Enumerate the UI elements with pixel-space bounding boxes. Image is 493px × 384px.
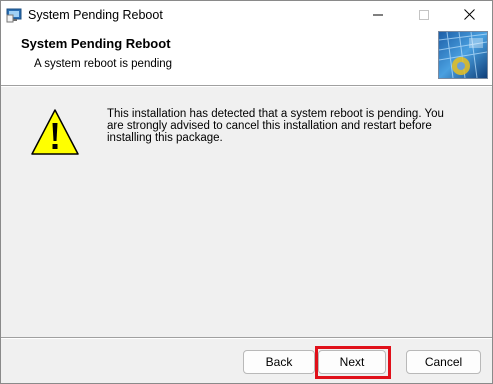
- header-subtitle: A system reboot is pending: [34, 58, 173, 70]
- minimize-button[interactable]: [355, 1, 401, 30]
- installer-window: System Pending Reboot System Pending Reb…: [0, 0, 493, 384]
- header-title: System Pending Reboot: [21, 36, 171, 51]
- title-bar[interactable]: System Pending Reboot: [1, 1, 492, 30]
- maximize-button[interactable]: [401, 1, 447, 30]
- close-button[interactable]: [446, 1, 492, 30]
- minimize-icon: [373, 9, 383, 23]
- header-panel: System Pending Reboot A system reboot is…: [1, 30, 492, 85]
- installer-icon: [6, 7, 22, 23]
- cancel-button[interactable]: Cancel: [406, 350, 481, 374]
- close-icon: [463, 8, 475, 23]
- footer-divider: [1, 337, 492, 339]
- warning-icon: [29, 107, 81, 157]
- back-button[interactable]: Back: [243, 350, 315, 374]
- window-title: System Pending Reboot: [28, 8, 163, 22]
- maximize-icon: [419, 9, 429, 23]
- warning-message: This installation has detected that a sy…: [107, 108, 444, 144]
- header-divider: [1, 85, 492, 87]
- installer-banner-icon: [438, 31, 488, 79]
- next-button-highlight: [315, 346, 391, 379]
